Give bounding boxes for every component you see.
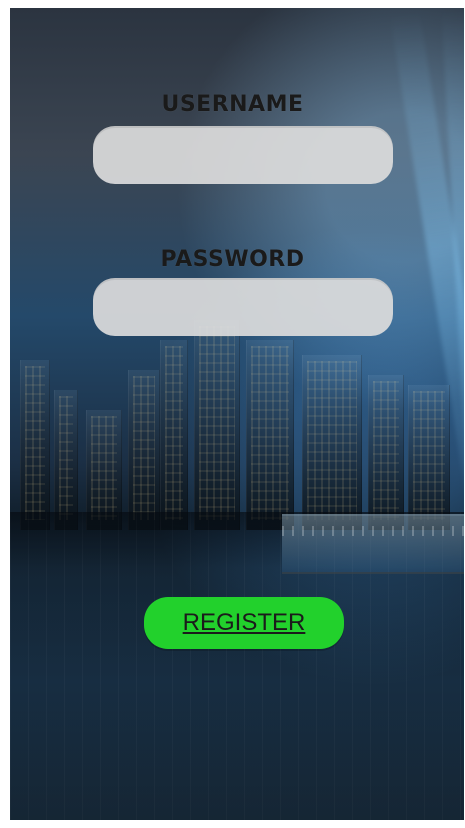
password-field[interactable] <box>93 278 393 336</box>
pier <box>282 514 464 574</box>
building <box>246 340 294 530</box>
password-label: PASSWORD <box>160 247 305 272</box>
building <box>160 340 188 530</box>
building <box>54 390 78 530</box>
username-field[interactable] <box>93 126 393 184</box>
building <box>408 385 450 530</box>
building <box>20 360 50 530</box>
username-label: USERNAME <box>161 92 304 117</box>
building <box>368 375 404 530</box>
building <box>302 355 362 530</box>
building <box>194 320 240 530</box>
register-button[interactable]: REGISTER <box>144 597 344 649</box>
building <box>128 370 160 530</box>
register-button-label: REGISTER <box>182 609 306 636</box>
login-screen: USERNAME PASSWORD REGISTER <box>0 0 465 828</box>
